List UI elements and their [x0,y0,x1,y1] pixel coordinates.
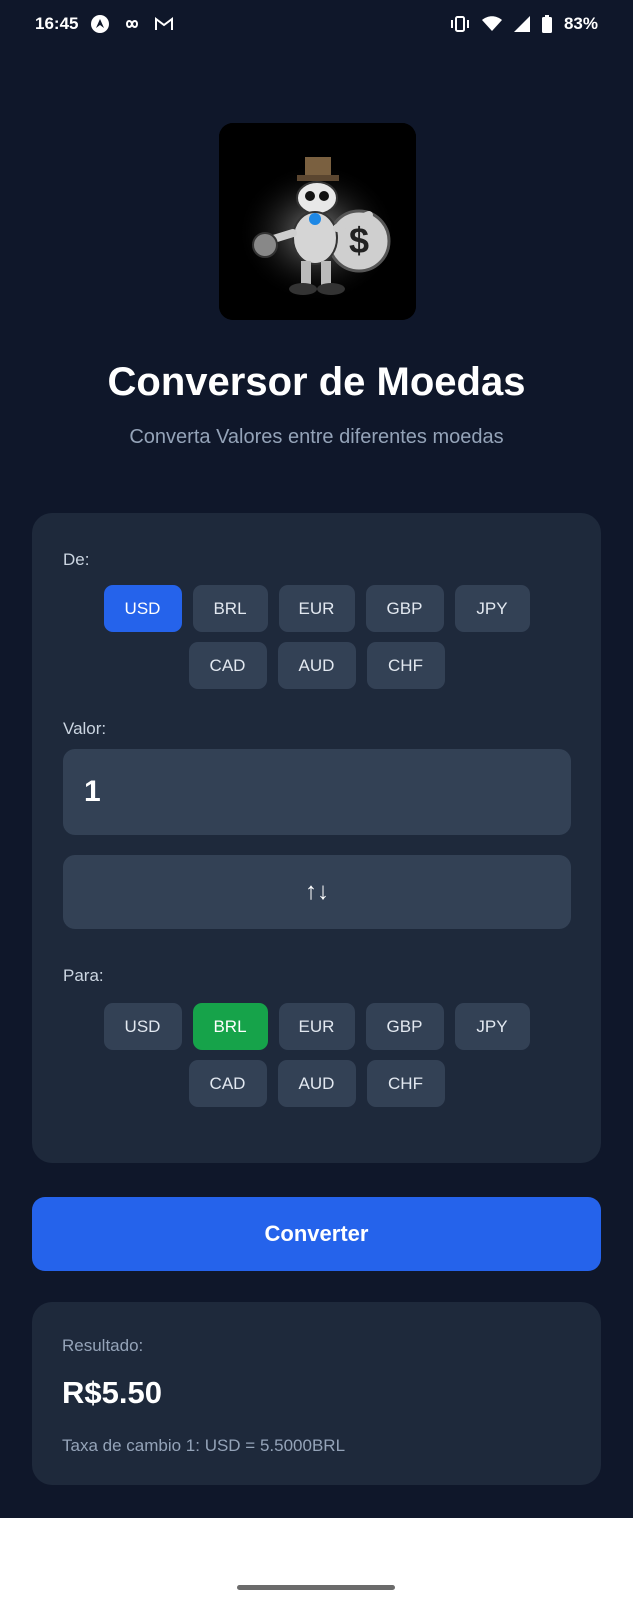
convert-button[interactable]: Converter [32,1197,601,1271]
swap-button[interactable]: ↑↓ [63,855,571,929]
wifi-icon [481,16,502,32]
from-currency-chf[interactable]: CHF [366,642,445,689]
from-currency-eur[interactable]: EUR [278,585,355,632]
to-currency-jpy[interactable]: JPY [454,1003,530,1050]
vibrate-icon [450,16,470,32]
to-label: Para: [63,966,104,985]
to-currency-brl[interactable]: BRL [192,1003,268,1050]
exchange-rate-text: Taxa de cambio 1: USD = 5.5000BRL [62,1436,346,1455]
app-logo: $ [219,123,416,320]
swap-arrows-icon: ↑↓ [305,878,329,905]
android-auto-icon [90,14,110,34]
from-currency-jpy[interactable]: JPY [454,585,530,632]
page-subtitle: Converta Valores entre diferentes moedas [129,426,504,448]
from-currency-cad[interactable]: CAD [188,642,267,689]
converter-card: De: USD BRL EUR GBP JPY CAD AUD CHF Valo… [32,513,601,1163]
from-label: De: [63,550,90,569]
result-value: R$5.50 [62,1375,162,1410]
gmail-icon [154,16,174,32]
from-currency-usd[interactable]: USD [103,585,182,632]
logo-image: $ [219,123,416,320]
value-input[interactable] [63,749,571,835]
status-bar: 16:45 83% [0,0,633,48]
from-currency-gbp[interactable]: GBP [365,585,444,632]
to-currency-chf[interactable]: CHF [366,1060,445,1107]
status-bar-right: 83% [450,14,598,34]
result-card: Resultado: R$5.50 Taxa de cambio 1: USD … [32,1302,601,1485]
to-currency-gbp[interactable]: GBP [365,1003,444,1050]
from-currency-aud[interactable]: AUD [277,642,356,689]
battery-icon [541,15,552,33]
home-indicator[interactable] [237,1585,395,1590]
infinity-icon [122,18,142,30]
result-label: Resultado: [62,1336,144,1355]
to-currency-row-1: USD BRL EUR GBP JPY [32,1003,601,1050]
from-currency-brl[interactable]: BRL [192,585,268,632]
value-label: Valor: [63,719,107,738]
status-bar-left: 16:45 [35,14,174,34]
to-currency-usd[interactable]: USD [103,1003,182,1050]
page-title: Conversor de Moedas [107,360,526,404]
to-currency-row-2: CAD AUD CHF [32,1060,601,1107]
to-currency-aud[interactable]: AUD [277,1060,356,1107]
from-currency-row-2: CAD AUD CHF [32,642,601,689]
status-time: 16:45 [35,14,79,33]
battery-percent: 83% [563,14,598,33]
from-currency-row-1: USD BRL EUR GBP JPY [32,585,601,632]
to-currency-cad[interactable]: CAD [188,1060,267,1107]
to-currency-eur[interactable]: EUR [278,1003,355,1050]
signal-icon [513,16,530,32]
